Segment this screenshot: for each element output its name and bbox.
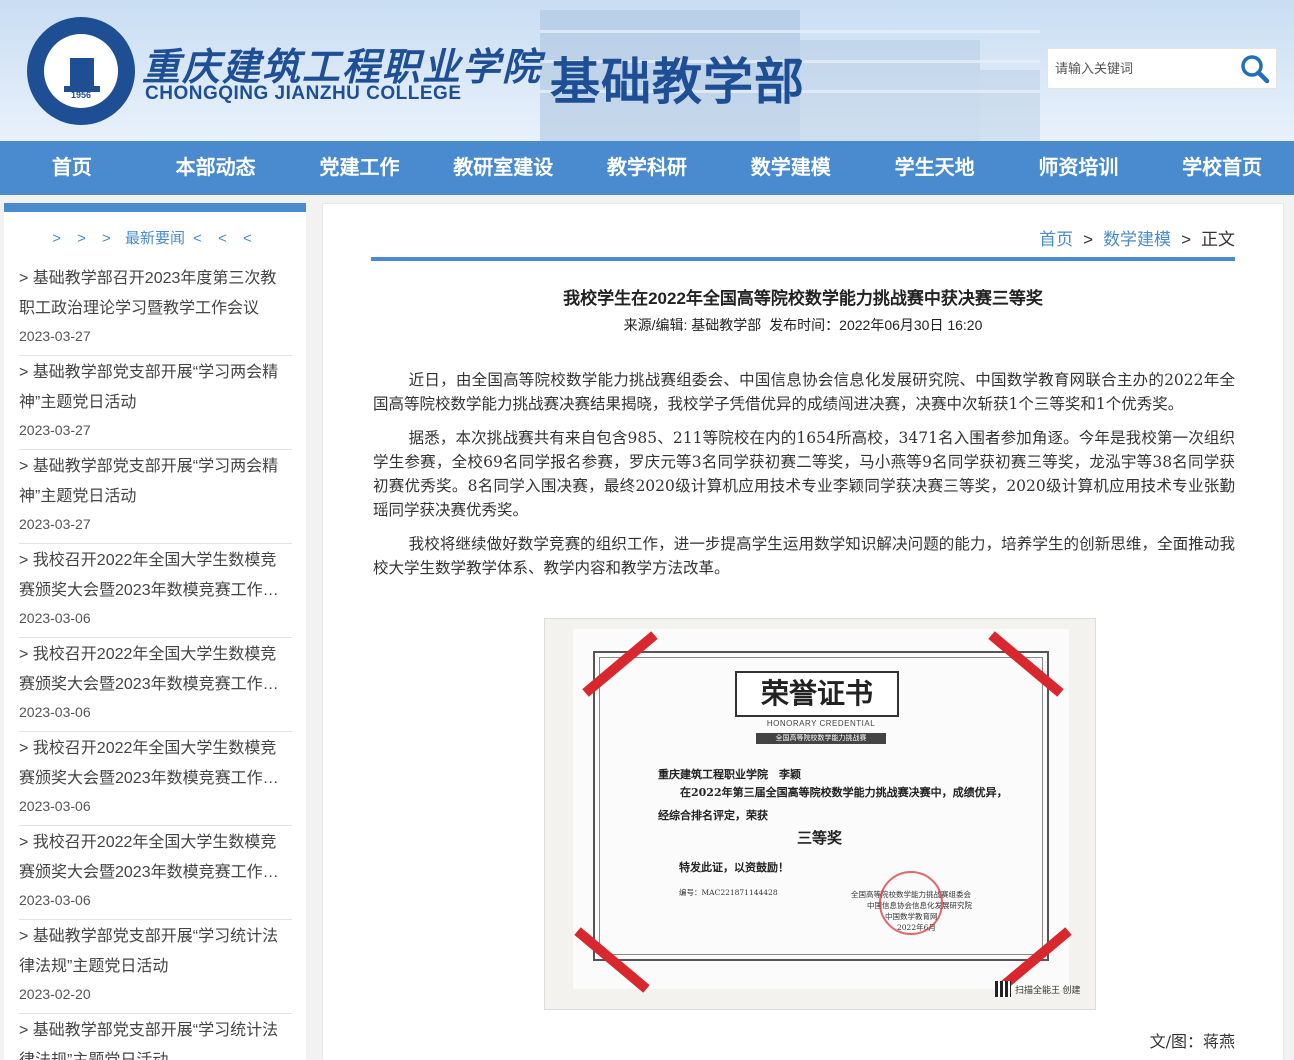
certificate-recipient: 重庆建筑工程职业学院 李颖 [658, 768, 801, 781]
news-date: 2023-03-06 [19, 704, 91, 720]
article-body: 近日，由全国高等院校数学能力挑战赛组委会、中国信息协会信息化发展研究院、中国数学… [373, 368, 1235, 590]
nav-item-students[interactable]: 学生天地 [863, 141, 1007, 195]
breadcrumb-section-link[interactable]: 数学建模 [1103, 230, 1171, 249]
news-title[interactable]: > 我校召开2022年全国大学生数模竞赛颁奖大会暨2023年数模竞赛工作部署会 [19, 546, 292, 606]
article-meta: 来源/编辑: 基础教学部 发布时间：2022年06月30日 16:20 [371, 315, 1235, 335]
article-paragraph: 近日，由全国高等院校数学能力挑战赛组委会、中国信息协会信息化发展研究院、中国数学… [373, 371, 1235, 413]
nav-item-dept-news[interactable]: 本部动态 [144, 141, 288, 195]
news-item[interactable]: > 我校召开2022年全国大学生数模竞赛颁奖大会暨2023年数模竞赛工作部署会 … [19, 638, 292, 732]
breadcrumb-separator: > [1083, 230, 1094, 249]
article-panel: 首页 > 数学建模 > 正文 我校学生在2022年全国高等院校数学能力挑战赛中获决赛三等… [322, 203, 1284, 1060]
certificate-subtitle-en: HONORARY CREDENTIAL [766, 719, 876, 728]
sidebar-latest-news: > > > 最新要闻 < < < > 基础教学部召开2023年度第三次教职工政治… [4, 203, 306, 1060]
heading-arrows-left: > > > [52, 230, 117, 247]
news-item[interactable]: > 基础教学部党支部开展“学习统计法律法规”主题党日活动 2023-02-20 [19, 920, 292, 1014]
news-item[interactable]: > 基础教学部召开2023年度第三次教职工政治理论学习暨教学工作会议 2023-… [19, 262, 292, 356]
news-item[interactable]: > 我校召开2022年全国大学生数模竞赛颁奖大会暨2023年数模竞赛工作部署会 … [19, 826, 292, 920]
nav-item-party-work[interactable]: 党建工作 [288, 141, 432, 195]
main-nav: 首页 本部动态 党建工作 教研室建设 教学科研 数学建模 学生天地 师资培训 学… [0, 141, 1294, 195]
college-seal-logo[interactable]: 1956 [27, 17, 135, 125]
news-date: 2023-03-27 [19, 328, 91, 344]
article-publish-time: 发布时间：2022年06月30日 16:20 [769, 317, 983, 333]
article-title: 我校学生在2022年全国高等院校数学能力挑战赛中获决赛三等奖 [563, 289, 1043, 308]
seal-year: 1956 [70, 90, 92, 100]
news-item[interactable]: > 基础教学部党支部开展“学习两会精神”主题党日活动 2023-03-27 [19, 450, 292, 544]
news-date: 2023-03-06 [19, 610, 91, 626]
certificate-banner: 全国高等院校数学能力挑战赛 [756, 733, 886, 744]
site-header: 1956 重庆建筑工程职业学院 CHONGQING JIANZHU COLLEG… [0, 0, 1294, 141]
news-title[interactable]: > 我校召开2022年全国大学生数模竞赛颁奖大会暨2023年数模竞赛工作部署会 [19, 828, 292, 888]
article-source: 来源/编辑: 基础教学部 [623, 317, 762, 333]
news-item[interactable]: > 基础教学部党支部开展“学习统计法律法规”主题党日活动 [19, 1014, 292, 1060]
news-date: 2023-03-27 [19, 422, 91, 438]
nav-item-teaching-office[interactable]: 教研室建设 [431, 141, 575, 195]
news-item[interactable]: > 我校召开2022年全国大学生数模竞赛颁奖大会暨2023年数模竞赛工作部署会 … [19, 544, 292, 638]
header-decor-line [540, 30, 1040, 33]
news-title[interactable]: > 基础教学部召开2023年度第三次教职工政治理论学习暨教学工作会议 [19, 264, 292, 324]
breadcrumb-home-link[interactable]: 首页 [1039, 230, 1073, 249]
header-building-graphic [980, 70, 1040, 141]
certificate-closing: 特发此证，以资鼓励！ [679, 861, 789, 874]
certificate-prize: 三等奖 [797, 829, 843, 847]
news-date: 2023-03-27 [19, 516, 91, 532]
news-title[interactable]: > 基础教学部党支部开展“学习两会精神”主题党日活动 [19, 358, 292, 418]
news-date: 2023-02-20 [19, 986, 91, 1002]
news-title[interactable]: > 我校召开2022年全国大学生数模竞赛颁奖大会暨2023年数模竞赛工作部署会 [19, 734, 292, 794]
certificate-seal-stamp [879, 871, 943, 935]
article-paragraph: 我校将继续做好数学竞赛的组织工作，进一步提高学生运用数学知识解决问题的能力，培养… [373, 535, 1235, 577]
certificate-text-line: 经综合排名评定，荣获 [658, 809, 768, 822]
nav-item-school-home[interactable]: 学校首页 [1150, 141, 1294, 195]
article-credit: 文/图：蒋燕 [1149, 1032, 1235, 1051]
breadcrumb: 首页 > 数学建模 > 正文 [371, 228, 1235, 261]
certificate-serial: 编号：MAC221871144428 [679, 888, 778, 897]
nav-item-math-modeling[interactable]: 数学建模 [719, 141, 863, 195]
nav-item-teacher-training[interactable]: 师资培训 [1006, 141, 1150, 195]
certificate-title: 荣誉证书 [735, 671, 899, 717]
nav-item-research[interactable]: 教学科研 [575, 141, 719, 195]
news-date: 2023-03-06 [19, 798, 91, 814]
search-icon[interactable] [1240, 54, 1270, 84]
breadcrumb-current: 正文 [1201, 230, 1235, 249]
nav-item-home[interactable]: 首页 [0, 141, 144, 195]
seal-inner: 1956 [44, 34, 118, 108]
seal-emblem-icon [64, 58, 100, 92]
news-date: 2023-03-06 [19, 892, 91, 908]
news-title[interactable]: > 我校召开2022年全国大学生数模竞赛颁奖大会暨2023年数模竞赛工作部署会 [19, 640, 292, 700]
school-name-en: CHONGQING JIANZHU COLLEGE [145, 83, 462, 104]
sidebar-heading: > > > 最新要闻 < < < [4, 212, 306, 262]
search-box [1047, 48, 1277, 89]
article-paragraph: 据悉，本次挑战赛共有来自包含985、211等院校在内的1654所高校，3471名… [373, 429, 1235, 519]
department-title: 基础教学部 [550, 54, 805, 110]
search-input[interactable] [1055, 49, 1235, 88]
scanner-watermark: 扫描全能王 创建 [1015, 985, 1081, 995]
certificate-text-line: 在2022年第三届全国高等院校数学能力挑战赛决赛中，成绩优异， [680, 786, 1008, 799]
news-item[interactable]: > 我校召开2022年全国大学生数模竞赛颁奖大会暨2023年数模竞赛工作部署会 … [19, 732, 292, 826]
news-title[interactable]: > 基础教学部党支部开展“学习统计法律法规”主题党日活动 [19, 922, 292, 982]
sidebar-heading-label: 最新要闻 [124, 230, 185, 247]
heading-arrows-right: < < < [193, 230, 258, 247]
qr-code-icon [995, 981, 1011, 997]
news-title[interactable]: > 基础教学部党支部开展“学习两会精神”主题党日活动 [19, 452, 292, 512]
certificate-image[interactable]: 荣誉证书 HONORARY CREDENTIAL 全国高等院校数学能力挑战赛 重… [544, 618, 1096, 1010]
news-title[interactable]: > 基础教学部党支部开展“学习统计法律法规”主题党日活动 [19, 1016, 292, 1060]
breadcrumb-separator: > [1181, 230, 1191, 249]
news-item[interactable]: > 基础教学部党支部开展“学习两会精神”主题党日活动 2023-03-27 [19, 356, 292, 450]
